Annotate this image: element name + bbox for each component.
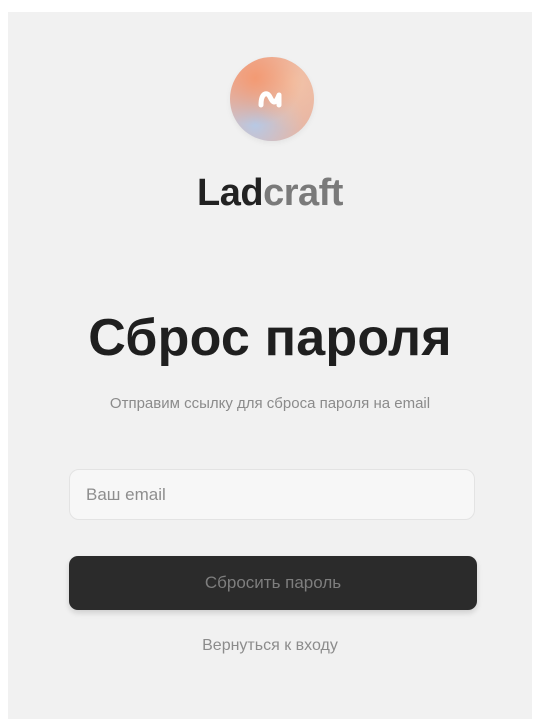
brand-header: Ladcraft (8, 12, 532, 272)
page-subtitle: Отправим ссылку для сброса пароля на ema… (109, 395, 431, 412)
page-title: Сброс пароля (88, 309, 452, 367)
reset-password-page: Ladcraft Сброс пароля Отправим ссылку дл… (8, 12, 532, 719)
email-input[interactable] (69, 469, 475, 520)
wave-icon (258, 91, 282, 108)
reset-password-button[interactable]: Сбросить пароль (69, 556, 477, 610)
brand-logo (230, 57, 314, 141)
brand-name-part1: Lad (197, 172, 264, 214)
back-to-login-link[interactable]: Вернуться к входу (8, 637, 532, 655)
brand-name-part2: craft (263, 172, 343, 214)
brand-wordmark: Ladcraft (8, 172, 532, 215)
